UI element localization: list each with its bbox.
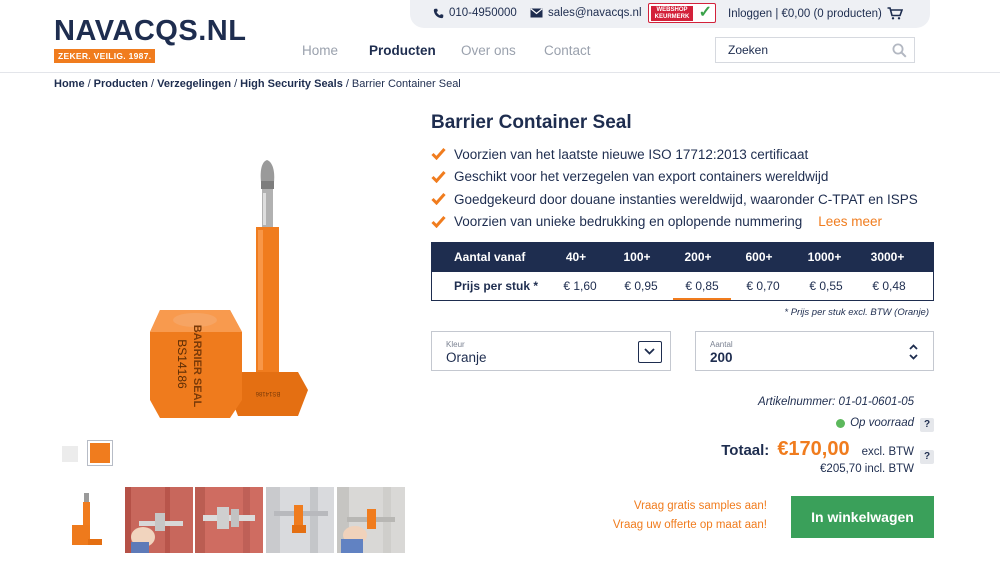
color-select[interactable]: Kleur Oranje xyxy=(431,331,671,371)
read-more-link[interactable]: Lees meer xyxy=(818,214,882,229)
seal-number-text: BS14186 xyxy=(175,339,189,389)
stock-help-icon[interactable]: ? xyxy=(920,418,934,432)
check-icon xyxy=(431,215,446,228)
breadcrumb-verzegelingen[interactable]: Verzegelingen xyxy=(157,78,231,90)
price-row-label: Prijs per stuk * xyxy=(454,279,539,293)
quantity-stepper[interactable]: Aantal 200 xyxy=(695,331,934,371)
price-tier-table: Aantal vanaf 40+ 100+ 200+ 600+ 1000+ 30… xyxy=(431,242,934,301)
search-icon[interactable] xyxy=(892,43,907,58)
site-logo[interactable]: NAVACQS.NL ZEKER. VEILIG. 1987. xyxy=(54,16,246,64)
feature-item: Geschikt voor het verzegelen van export … xyxy=(431,166,918,189)
stepper-arrows-icon[interactable] xyxy=(908,343,919,366)
product-title: Barrier Container Seal xyxy=(431,112,632,133)
request-quote-link[interactable]: Vraag uw offerte op maat aan! xyxy=(613,519,767,531)
thumbnail-4[interactable] xyxy=(266,487,334,553)
price-help-icon[interactable]: ? xyxy=(920,450,934,464)
feature-item: Voorzien van unieke bedrukking en oplope… xyxy=(431,211,918,234)
total-excl-vat: excl. BTW xyxy=(861,446,914,458)
account-summary: Inloggen | €0,00 (0 producten) xyxy=(728,7,882,20)
keurmerk-line-1: WEBSHOP xyxy=(656,7,688,13)
logo-tagline: ZEKER. VEILIG. 1987. xyxy=(54,49,156,63)
breadcrumb-high-security-seals[interactable]: High Security Seals xyxy=(240,78,343,90)
tier-price[interactable]: € 0,95 xyxy=(612,272,670,300)
breadcrumb-current: Barrier Container Seal xyxy=(351,78,461,90)
logo-wordmark: NAVACQS.NL xyxy=(54,15,247,47)
feature-text: Geschikt voor het verzegelen van export … xyxy=(454,169,829,185)
keurmerk-line-2: KEURMERK xyxy=(654,14,690,20)
price-table-header: Aantal vanaf 40+ 100+ 200+ 600+ 1000+ 30… xyxy=(432,243,933,272)
seal-brand-text: BARRIER SEAL xyxy=(191,325,203,408)
feature-text: Goedgekeurd door douane instanties werel… xyxy=(454,191,918,207)
breadcrumb-home[interactable]: Home xyxy=(54,78,85,90)
envelope-icon xyxy=(530,8,543,18)
quantity-value[interactable]: 200 xyxy=(710,350,733,365)
chevron-down-icon[interactable] xyxy=(638,341,662,363)
email-link[interactable]: sales@navacqs.nl xyxy=(530,7,642,19)
total-incl-vat: €205,70 incl. BTW xyxy=(820,463,914,475)
search-box xyxy=(715,37,915,63)
color-swatch-orange[interactable] xyxy=(87,440,113,466)
check-icon xyxy=(431,148,446,160)
active-tier-indicator xyxy=(673,298,731,300)
stock-status: Op voorraad xyxy=(836,417,914,429)
total-label: Totaal: xyxy=(721,442,770,459)
checkmark-icon: ✓ xyxy=(698,4,712,21)
thumbnail-5[interactable] xyxy=(337,487,405,553)
quantity-label: Aantal xyxy=(710,340,733,349)
breadcrumb: Home / Producten / Verzegelingen / High Securi… xyxy=(54,78,461,90)
tier-price[interactable]: € 0,70 xyxy=(734,272,792,300)
nav-over-ons[interactable]: Over ons xyxy=(461,43,516,58)
feature-text: Voorzien van unieke bedrukking en oplope… xyxy=(454,214,803,230)
feature-text: Voorzien van het laatste nieuwe ISO 1771… xyxy=(454,146,809,162)
tier-price[interactable]: € 0,48 xyxy=(860,272,918,300)
webshop-keurmerk-badge[interactable]: WEBSHOP KEURMERK ✓ xyxy=(648,3,716,23)
phone-link[interactable]: 010-4950000 xyxy=(433,7,517,19)
price-table-row: Prijs per stuk * € 1,60 € 0,95 € 0,85 € … xyxy=(432,272,933,300)
quantity-header-label: Aantal vanaf xyxy=(454,250,526,264)
breadcrumb-producten[interactable]: Producten xyxy=(94,78,148,90)
color-select-value: Oranje xyxy=(446,350,487,365)
header-divider xyxy=(0,72,1000,73)
request-samples-link[interactable]: Vraag gratis samples aan! xyxy=(634,500,767,512)
tier-label: 100+ xyxy=(623,250,651,264)
account-cart-link[interactable]: Inloggen | €0,00 (0 producten) xyxy=(728,7,903,20)
check-icon xyxy=(431,170,446,183)
tier-price-active[interactable]: € 0,85 xyxy=(673,272,731,300)
tier-label: 3000+ xyxy=(870,250,905,264)
price-footnote: * Prijs per stuk excl. BTW (Oranje) xyxy=(784,307,929,318)
feature-item: Goedgekeurd door douane instanties werel… xyxy=(431,188,918,211)
nav-producten[interactable]: Producten xyxy=(369,43,436,58)
seal-bottom-number: BS14186 xyxy=(255,390,280,396)
total-value: €170,00 xyxy=(777,438,850,460)
stock-dot-icon xyxy=(836,418,846,428)
tier-price[interactable]: € 1,60 xyxy=(551,272,609,300)
thumbnail-1[interactable] xyxy=(54,487,122,553)
email-address: sales@navacqs.nl xyxy=(548,7,642,19)
tier-label: 1000+ xyxy=(807,250,842,264)
check-icon xyxy=(431,193,446,205)
thumbnail-2[interactable] xyxy=(125,487,193,553)
product-main-image[interactable]: BARRIER SEAL BS14186 BS14186 xyxy=(140,150,330,430)
tier-label: 600+ xyxy=(745,250,773,264)
feature-list: Voorzien van het laatste nieuwe ISO 1771… xyxy=(431,143,918,233)
tier-label: 40+ xyxy=(565,250,587,264)
nav-home[interactable]: Home xyxy=(302,43,338,58)
nav-contact[interactable]: Contact xyxy=(544,43,591,58)
tier-price[interactable]: € 0,55 xyxy=(797,272,855,300)
phone-number: 010-4950000 xyxy=(449,7,517,19)
search-input[interactable] xyxy=(716,38,876,62)
tier-label: 200+ xyxy=(684,250,712,264)
color-swatch-grey[interactable] xyxy=(62,446,78,462)
thumbnail-3[interactable] xyxy=(195,487,263,553)
stock-text: Op voorraad xyxy=(850,417,914,429)
phone-icon xyxy=(433,8,444,18)
article-number: Artikelnummer: 01-01-0601-05 xyxy=(758,396,914,408)
feature-item: Voorzien van het laatste nieuwe ISO 1771… xyxy=(431,143,918,166)
add-to-cart-button[interactable]: In winkelwagen xyxy=(791,496,934,538)
cart-icon xyxy=(887,7,903,20)
total-price: Totaal: €170,00 excl. BTW xyxy=(721,438,914,461)
color-select-label: Kleur xyxy=(446,340,465,349)
